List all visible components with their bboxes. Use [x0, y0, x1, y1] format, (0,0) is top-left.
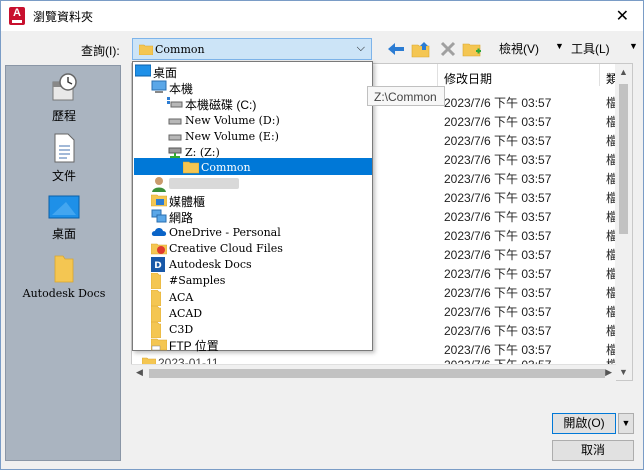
vertical-scrollbar[interactable]: ▲ ▼: [615, 64, 632, 380]
up-folder-icon[interactable]: [411, 39, 431, 59]
folder-icon: [151, 290, 161, 306]
row-date[interactable]: 2023/7/6 下午 03:57: [444, 113, 551, 130]
place-label: 桌面: [51, 227, 76, 241]
tree-item-label: ACA: [169, 291, 194, 304]
tree-item-label: New Volume (E:): [185, 130, 279, 143]
column-divider[interactable]: [437, 64, 438, 86]
place-history[interactable]: 歷程: [12, 72, 116, 124]
path-tooltip: Z:\Common: [367, 86, 445, 106]
title-bar: A 瀏覽資料夾 ✕: [1, 1, 643, 31]
scroll-left-icon[interactable]: ◀: [136, 367, 143, 378]
row-date[interactable]: 2023/7/6 下午 03:57: [444, 170, 551, 187]
new-folder-icon[interactable]: [462, 39, 482, 59]
row-date[interactable]: 2023/7/6 下午 03:57: [444, 322, 551, 339]
folder-icon: [139, 44, 153, 55]
tree-item-label: ACAD: [169, 307, 203, 320]
close-button[interactable]: ✕: [616, 6, 629, 26]
place-label: 歷程: [51, 109, 76, 123]
tree-item-label: 媒體櫃: [169, 195, 206, 209]
row-date[interactable]: 2023/7/6 下午 03:57: [444, 151, 551, 168]
browse-folder-dialog: A 瀏覽資料夾 ✕ 查詢(I): Common ⌵ 檢視(V) ▼ 工具(L) …: [0, 0, 644, 470]
view-menu[interactable]: 檢視(V): [499, 40, 539, 57]
scroll-thumb[interactable]: [619, 84, 628, 234]
drive-icon: [168, 134, 182, 141]
tree-item-label: Autodesk Docs: [169, 258, 252, 271]
open-button[interactable]: 開啟(O): [552, 413, 616, 434]
tree-item-label: 網路: [169, 211, 194, 225]
chevron-down-icon[interactable]: ⌵: [357, 42, 365, 55]
place-autodesk-docs[interactable]: Autodesk Docs: [12, 254, 116, 300]
horizontal-scrollbar[interactable]: ◀ ▶: [131, 364, 616, 381]
computer-icon: [151, 80, 167, 93]
desktop-icon: [48, 195, 80, 219]
place-desktop[interactable]: 桌面: [12, 194, 116, 242]
autodesk-docs-icon: D: [151, 257, 165, 272]
tree-item-label: C3D: [169, 323, 194, 336]
folder-icon: [151, 306, 161, 322]
open-dropdown-button[interactable]: ▼: [618, 413, 634, 434]
tree-item-label: OneDrive - Personal: [169, 226, 281, 239]
folder-icon: [183, 161, 199, 174]
column-divider[interactable]: [599, 64, 600, 86]
back-arrow-icon[interactable]: [386, 39, 406, 59]
place-label: 文件: [51, 169, 76, 183]
row-date[interactable]: 2023/7/6 下午 03:57: [444, 227, 551, 244]
tree-item-label: Creative Cloud Files: [169, 242, 283, 255]
ftp-folder-icon: [151, 338, 167, 351]
tree-item-label: New Volume (D:): [185, 114, 280, 127]
drive-icon: [168, 118, 182, 125]
blurred-username: [169, 178, 239, 189]
history-icon: [52, 73, 77, 101]
tree-item-label: FTP 位置: [169, 339, 219, 353]
selection-highlight: [134, 158, 372, 175]
scroll-down-icon[interactable]: ▼: [619, 367, 628, 377]
row-date[interactable]: 2023/7/6 下午 03:57: [444, 265, 551, 282]
documents-icon: [54, 133, 75, 163]
column-header-date[interactable]: 修改日期: [444, 70, 492, 87]
row-date[interactable]: 2023/7/6 下午 03:57: [444, 94, 551, 111]
folder-icon: [54, 255, 74, 283]
tree-item-label: 本機磁碟 (C:): [185, 98, 257, 112]
creative-cloud-icon: [151, 243, 167, 255]
look-in-dropdown-list[interactable]: 桌面 本機 本機磁碟 (C:) New Volume (D:) New Volu…: [132, 61, 373, 353]
library-icon: [151, 194, 167, 207]
window-title: 瀏覽資料夾: [33, 10, 94, 24]
tree-item-label: 桌面: [153, 66, 178, 80]
tree-item-label: Common: [201, 161, 251, 174]
row-date[interactable]: 2023/7/6 下午 03:57: [444, 208, 551, 225]
place-documents[interactable]: 文件: [12, 132, 116, 184]
row-date[interactable]: 2023/7/6 下午 03:57: [444, 284, 551, 301]
folder-icon: [151, 273, 161, 289]
tree-item-label: Z: (Z:): [185, 146, 220, 159]
row-date[interactable]: 2023/7/6 下午 03:57: [444, 189, 551, 206]
delete-icon[interactable]: [438, 39, 458, 59]
look-in-combobox[interactable]: Common ⌵: [132, 38, 372, 60]
network-drive-icon: [168, 147, 182, 158]
row-date[interactable]: 2023/7/6 下午 03:57: [444, 132, 551, 149]
row-date[interactable]: 2023/7/6 下午 03:57: [444, 303, 551, 320]
network-icon: [151, 209, 167, 223]
look-in-label: 查詢(I):: [81, 44, 120, 58]
desktop-icon: [135, 64, 151, 77]
svg-text:D: D: [154, 261, 161, 271]
user-icon: [152, 177, 166, 192]
tree-item-label: #Samples: [169, 274, 226, 287]
cloud-icon: [151, 228, 167, 236]
tree-item-label: 本機: [169, 82, 194, 96]
tools-menu[interactable]: 工具(L): [571, 40, 610, 57]
scroll-right-icon[interactable]: ▶: [605, 367, 612, 378]
scroll-up-icon[interactable]: ▲: [619, 67, 628, 77]
scroll-thumb[interactable]: [149, 369, 605, 378]
look-in-value: Common: [155, 43, 205, 56]
drive-icon: [167, 97, 183, 108]
place-label: Autodesk Docs: [22, 287, 106, 300]
row-date[interactable]: 2023/7/6 下午 03:57: [444, 246, 551, 263]
places-sidebar: 歷程 文件 桌面 Autodesk Docs: [5, 65, 121, 461]
folder-icon: [151, 322, 161, 338]
chevron-down-icon[interactable]: ▼: [629, 41, 638, 51]
autocad-app-icon: A: [9, 7, 25, 25]
chevron-down-icon[interactable]: ▼: [555, 41, 564, 51]
cancel-button[interactable]: 取消: [552, 440, 634, 461]
